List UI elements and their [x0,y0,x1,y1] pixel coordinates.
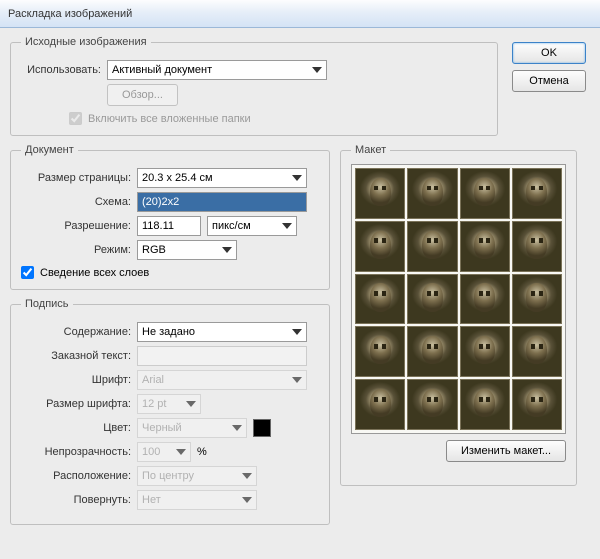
preview-thumb [460,168,510,219]
opacity-label: Непрозрачность: [21,446,131,458]
dialog-content: OK Отмена Исходные изображения Использов… [0,28,600,559]
content-label: Содержание: [21,326,131,338]
rotate-label: Повернуть: [21,494,131,506]
preview-thumb [460,274,510,325]
preview-thumb [407,274,457,325]
document-legend: Документ [21,144,78,156]
cancel-button[interactable]: Отмена [512,70,586,92]
ok-button[interactable]: OK [512,42,586,64]
include-subfolders-label: Включить все вложенные папки [88,113,251,125]
content-select[interactable]: Не задано [137,322,307,342]
position-label: Расположение: [21,470,131,482]
window-titlebar: Раскладка изображений [0,0,600,28]
resolution-label: Разрешение: [21,220,131,232]
preview-thumb [355,221,405,272]
preview-thumb [355,379,405,430]
source-legend: Исходные изображения [21,36,151,48]
page-size-select[interactable]: 20.3 x 25.4 см [137,168,307,188]
opacity-suffix: % [197,446,207,458]
preview-thumb [460,326,510,377]
custom-text-label: Заказной текст: [21,350,131,362]
browse-button: Обзор... [107,84,178,106]
color-swatch [253,419,271,437]
change-layout-button[interactable]: Изменить макет... [446,440,566,462]
preview-thumb [355,168,405,219]
caption-group: Подпись Содержание: Не задано Заказной т… [10,298,330,525]
flatten-checkbox[interactable] [21,266,34,279]
font-size-label: Размер шрифта: [21,398,131,410]
preview-thumb [407,326,457,377]
preview-thumb [407,379,457,430]
resolution-input[interactable] [137,216,201,236]
mode-label: Режим: [21,244,131,256]
preview-thumb [512,168,562,219]
custom-text-input [137,346,307,366]
schema-label: Схема: [21,196,131,208]
resolution-units-select[interactable]: пикс/см [207,216,297,236]
preview-thumb [460,379,510,430]
opacity-select: 100 [137,442,191,462]
preview-thumb [407,221,457,272]
preview-thumb [512,221,562,272]
color-select: Черный [137,418,247,438]
flatten-label: Сведение всех слоев [40,267,149,279]
source-group: Исходные изображения Использовать: Актив… [10,36,498,136]
position-select: По центру [137,466,257,486]
preview-thumb [512,379,562,430]
layout-preview [351,164,566,434]
use-label: Использовать: [21,64,101,76]
document-group: Документ Размер страницы: 20.3 x 25.4 см… [10,144,330,290]
window-title: Раскладка изображений [8,8,132,20]
preview-thumb [512,326,562,377]
page-size-label: Размер страницы: [21,172,131,184]
preview-thumb [355,274,405,325]
dialog-buttons: OK Отмена [512,42,586,92]
rotate-select: Нет [137,490,257,510]
preview-thumb [460,221,510,272]
use-select[interactable]: Активный документ [107,60,327,80]
include-subfolders-checkbox [69,112,82,125]
schema-select[interactable]: (20)2x2 [137,192,307,212]
preview-thumb [407,168,457,219]
mode-select[interactable]: RGB [137,240,237,260]
layout-group: Макет Изменить макет... [340,144,577,486]
preview-thumb [355,326,405,377]
caption-legend: Подпись [21,298,73,310]
font-label: Шрифт: [21,374,131,386]
layout-legend: Макет [351,144,390,156]
font-size-select: 12 pt [137,394,201,414]
color-label: Цвет: [21,422,131,434]
font-select: Arial [137,370,307,390]
preview-thumb [512,274,562,325]
